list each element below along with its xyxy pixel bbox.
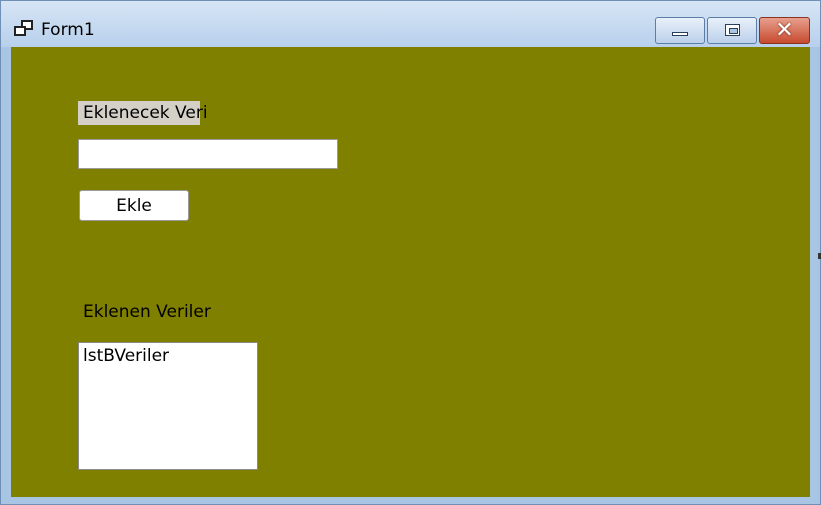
add-button[interactable]: Ekle [79,190,189,221]
minimize-icon [672,32,688,36]
data-listbox[interactable]: lstBVeriler [78,342,258,470]
title-bar[interactable]: Form1 ✕ [1,1,820,47]
close-button[interactable]: ✕ [759,17,810,44]
maximize-button[interactable] [707,17,757,44]
app-window-icon[interactable] [14,20,34,38]
window-title: Form1 [41,20,95,40]
form-client-area: Eklenecek Veri Ekle Eklenen Veriler lstB… [11,47,810,497]
add-data-input[interactable] [78,139,338,169]
app-window: Form1 ✕ Eklenecek Veri Ekle Eklenen Veri… [0,0,821,505]
add-data-label: Eklenecek Veri [78,101,208,125]
list-item[interactable]: lstBVeriler [83,346,253,366]
maximize-icon [725,24,740,36]
close-icon: ✕ [775,18,794,43]
added-data-label: Eklenen Veriler [83,302,211,322]
minimize-button[interactable] [655,17,705,44]
